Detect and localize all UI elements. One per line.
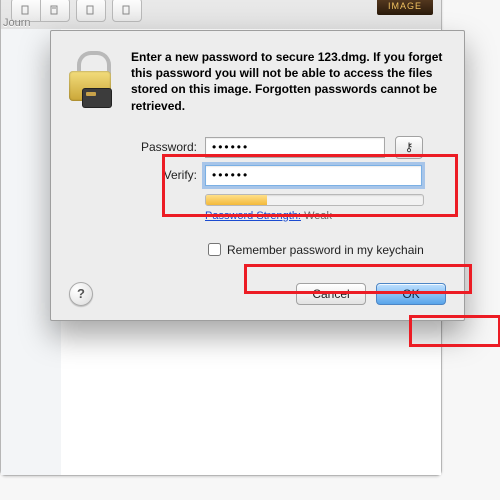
toolbar-button[interactable] bbox=[40, 0, 70, 22]
remember-keychain-row[interactable]: Remember password in my keychain bbox=[205, 240, 430, 260]
password-strength-meter bbox=[205, 194, 424, 206]
password-assistant-button[interactable]: ⚷ bbox=[395, 136, 423, 159]
password-label: Password: bbox=[121, 140, 197, 154]
dialog-message: Enter a new password to secure 123.dmg. … bbox=[131, 49, 446, 114]
remember-keychain-label: Remember password in my keychain bbox=[227, 243, 424, 257]
help-button[interactable]: ? bbox=[69, 282, 93, 306]
password-dialog: Enter a new password to secure 123.dmg. … bbox=[50, 30, 465, 321]
key-icon: ⚷ bbox=[405, 140, 414, 154]
image-badge: IMAGE bbox=[377, 0, 433, 15]
lock-icon bbox=[69, 49, 117, 103]
help-icon: ? bbox=[77, 286, 85, 301]
password-strength-fill bbox=[206, 195, 267, 205]
cancel-button[interactable]: Cancel bbox=[296, 283, 366, 305]
sidebar-item-label: Journ bbox=[3, 17, 31, 29]
verify-input[interactable] bbox=[205, 165, 422, 186]
ok-button[interactable]: OK bbox=[376, 283, 446, 305]
password-strength-link[interactable]: Password Strength: bbox=[205, 210, 301, 222]
toolbar-button[interactable] bbox=[76, 0, 106, 22]
password-strength-value: Weak bbox=[304, 210, 332, 222]
toolbar-button[interactable] bbox=[112, 0, 142, 22]
password-input[interactable] bbox=[205, 137, 385, 158]
verify-label: Verify: bbox=[121, 168, 197, 182]
remember-keychain-checkbox[interactable] bbox=[208, 243, 221, 256]
